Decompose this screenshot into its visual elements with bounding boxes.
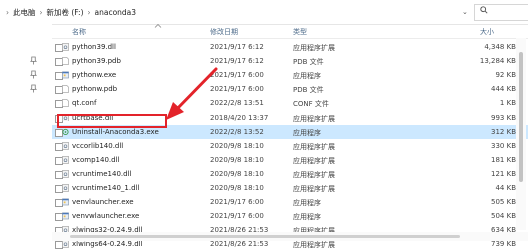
file-type: 应用程序扩展 bbox=[293, 185, 335, 193]
arrow-annotation bbox=[166, 67, 218, 120]
column-size[interactable]: 大小 bbox=[480, 27, 494, 37]
file-type: 应用程序扩展 bbox=[293, 156, 335, 165]
dll-icon bbox=[62, 240, 69, 249]
dll-icon bbox=[62, 43, 69, 51]
pin-icon[interactable] bbox=[30, 70, 37, 79]
breadcrumb-item-this-pc[interactable]: 此电脑 bbox=[13, 7, 36, 18]
file-name[interactable]: vcruntime140.dll bbox=[72, 170, 131, 178]
file-size: 4,348 KB bbox=[484, 43, 516, 51]
file-row[interactable]: vccorlib140.dll 2020/9/8 18:10 应用程序扩展 330 K… bbox=[52, 139, 528, 153]
file-type: 应用程序扩展 bbox=[293, 142, 335, 151]
exe-icon bbox=[62, 71, 69, 79]
dll-icon bbox=[62, 155, 69, 164]
file-modified: 2020/9/8 18:10 bbox=[210, 155, 264, 164]
file-size: 92 KB bbox=[495, 71, 516, 80]
file-icon bbox=[62, 57, 69, 65]
file-row[interactable]: pythonw.exe 2021/9/17 6:00 应用程序 92 KB bbox=[52, 68, 528, 82]
file-name[interactable]: venvwlauncher.exe bbox=[72, 212, 139, 220]
column-header: 名称 修改日期 类型 大小 bbox=[52, 24, 528, 39]
breadcrumb-separator: › bbox=[87, 7, 91, 17]
vertical-scroll-thumb[interactable] bbox=[519, 52, 523, 182]
exe-icon bbox=[62, 212, 69, 220]
file-modified: 2021/8/26 21:53 bbox=[210, 240, 269, 249]
file-modified: 2020/9/8 18:10 bbox=[210, 169, 264, 178]
address-dropdown-icon[interactable]: ⌄ bbox=[462, 8, 468, 16]
file-size: 1 KB bbox=[499, 99, 516, 108]
sort-up-icon bbox=[154, 24, 162, 28]
file-type: CONF 文件 bbox=[293, 100, 329, 109]
exe-icon bbox=[62, 198, 69, 206]
pin-icon[interactable] bbox=[30, 84, 37, 93]
column-name[interactable]: 名称 bbox=[72, 27, 86, 37]
file-modified: 2021/9/17 6:00 bbox=[210, 212, 264, 221]
file-modified: 2021/9/17 6:12 bbox=[210, 43, 264, 51]
file-size: 444 KB bbox=[491, 85, 516, 94]
file-modified: 2022/2/8 13:52 bbox=[210, 127, 264, 136]
breadcrumb-item-drive[interactable]: 新加卷 (F:) bbox=[47, 7, 84, 18]
file-size: 121 KB bbox=[491, 169, 516, 178]
file-type: 应用程序扩展 bbox=[293, 170, 335, 179]
file-size: 13,284 KB bbox=[479, 57, 516, 66]
uninstall-icon bbox=[62, 128, 69, 136]
file-row[interactable]: venvlauncher.exe 2021/9/17 6:00 应用程序 505 KB bbox=[52, 195, 528, 209]
file-name[interactable]: pythonw.exe bbox=[72, 71, 116, 79]
file-name[interactable]: pythonw.pdb bbox=[72, 85, 117, 93]
file-row[interactable]: vcruntime140.dll 2020/9/8 18:10 应用程序扩展 121 … bbox=[52, 167, 528, 181]
breadcrumb-separator: › bbox=[6, 7, 9, 17]
file-size: 312 KB bbox=[491, 127, 516, 136]
file-type: PDB 文件 bbox=[293, 58, 324, 67]
file-name[interactable]: xlwings64-0.24.9.dll bbox=[72, 240, 143, 248]
column-modified[interactable]: 修改日期 bbox=[210, 27, 238, 37]
file-name[interactable]: venvlauncher.exe bbox=[72, 198, 134, 206]
file-type: 应用程序扩展 bbox=[293, 114, 335, 123]
file-modified: 2021/9/17 6:12 bbox=[210, 57, 264, 66]
file-size: 504 KB bbox=[491, 212, 516, 221]
highlight-box bbox=[57, 114, 167, 128]
file-row[interactable]: pythonw.pdb 2021/9/17 6:00 PDB 文件 444 KB bbox=[52, 82, 528, 96]
file-type: PDB 文件 bbox=[293, 86, 324, 95]
file-row[interactable]: qt.conf 2022/2/8 13:51 CONF 文件 1 KB bbox=[52, 96, 528, 110]
file-size: 993 KB bbox=[491, 113, 516, 122]
file-type: 应用程序扩展 bbox=[293, 44, 335, 52]
file-type: 应用程序扩展 bbox=[293, 241, 335, 250]
file-size: 739 KB bbox=[491, 240, 516, 249]
file-size: 505 KB bbox=[491, 198, 516, 207]
file-size: 181 KB bbox=[491, 155, 516, 164]
file-row[interactable]: venvwlauncher.exe 2021/9/17 6:00 应用程序 504 K… bbox=[52, 209, 528, 223]
file-type: 应用程序 bbox=[293, 199, 321, 208]
breadcrumb-separator: › bbox=[39, 7, 43, 17]
file-name[interactable]: vcruntime140_1.dll bbox=[72, 184, 139, 192]
file-row[interactable]: vcomp140.dll 2020/9/8 18:10 应用程序扩展 181 KB bbox=[52, 153, 528, 167]
file-name[interactable]: vccorlib140.dll bbox=[72, 142, 123, 150]
file-row[interactable]: python39.pdb 2021/9/17 6:12 PDB 文件 13,284 K… bbox=[52, 54, 528, 68]
file-icon bbox=[62, 99, 69, 108]
file-modified: 2020/9/8 18:10 bbox=[210, 141, 264, 150]
file-name[interactable]: python39.dll bbox=[72, 43, 116, 51]
file-modified: 2020/9/8 18:10 bbox=[210, 184, 264, 192]
file-name[interactable]: python39.pdb bbox=[72, 57, 121, 65]
file-name[interactable]: vcomp140.dll bbox=[72, 156, 119, 164]
dll-icon bbox=[62, 141, 69, 150]
breadcrumb-item-folder[interactable]: anaconda3 bbox=[95, 8, 137, 17]
navigation-pane[interactable] bbox=[0, 24, 52, 241]
search-icon bbox=[480, 6, 488, 14]
dll-icon bbox=[62, 170, 69, 178]
pin-icon[interactable] bbox=[30, 56, 37, 65]
breadcrumb[interactable]: › 此电脑 › 新加卷 (F:) › anaconda3 bbox=[0, 0, 136, 24]
file-type: 应用程序 bbox=[293, 213, 321, 222]
file-size: 330 KB bbox=[491, 141, 516, 150]
horizontal-scroll-thumb[interactable] bbox=[70, 235, 460, 238]
file-name[interactable]: Uninstall-Anaconda3.exe bbox=[72, 128, 159, 136]
file-modified: 2021/9/17 6:00 bbox=[210, 198, 264, 207]
file-type: 应用程序 bbox=[293, 72, 321, 81]
file-row[interactable]: python39.dll 2021/9/17 6:12 应用程序扩展 4,348 KB bbox=[52, 40, 528, 54]
file-row[interactable]: vcruntime140_1.dll 2020/9/8 18:10 应用程序扩展 44… bbox=[52, 181, 528, 195]
file-icon bbox=[62, 85, 69, 94]
file-name[interactable]: qt.conf bbox=[72, 99, 96, 107]
column-type[interactable]: 类型 bbox=[293, 27, 307, 37]
file-type: 应用程序 bbox=[293, 128, 321, 137]
file-size: 44 KB bbox=[495, 184, 516, 192]
dll-icon bbox=[62, 184, 69, 192]
